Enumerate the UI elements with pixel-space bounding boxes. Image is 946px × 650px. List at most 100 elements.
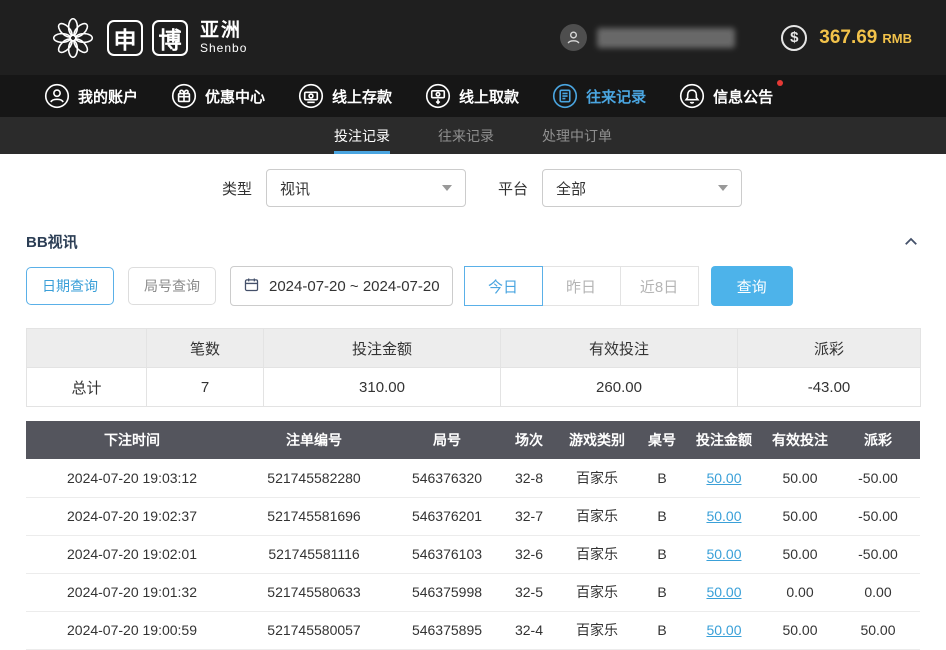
- order-number: 521745581696: [238, 497, 390, 535]
- search-button[interactable]: 查询: [711, 266, 793, 306]
- flower-logo-icon: [48, 13, 98, 63]
- bet-time: 2024-07-20 19:02:01: [26, 535, 238, 573]
- tab-bet-records[interactable]: 投注记录: [334, 117, 390, 154]
- bet-time: 2024-07-20 19:00:59: [26, 611, 238, 649]
- col-order-number: 注单编号: [238, 421, 390, 459]
- col-valid-bet: 有效投注: [764, 421, 836, 459]
- deposit-icon: [298, 83, 324, 109]
- summary-row-label: 总计: [27, 368, 147, 407]
- date-range-input[interactable]: 2024-07-20 ~ 2024-07-20: [230, 266, 453, 306]
- bet-time: 2024-07-20 19:02:37: [26, 497, 238, 535]
- col-table-number: 桌号: [640, 421, 684, 459]
- game-type: 百家乐: [554, 459, 640, 497]
- user-avatar-icon[interactable]: [560, 24, 587, 51]
- summary-table: 笔数 投注金额 有效投注 派彩 总计 7 310.00 260.00 -43.0…: [26, 328, 921, 407]
- nav-item-label: 优惠中心: [205, 86, 265, 107]
- nav-item-my-account[interactable]: 我的账户: [44, 83, 138, 109]
- round-number: 546375998: [390, 573, 504, 611]
- session: 32-7: [504, 497, 554, 535]
- nav-item-promotions[interactable]: 优惠中心: [171, 83, 265, 109]
- yesterday-button[interactable]: 昨日: [542, 266, 621, 306]
- nav-item-withdraw[interactable]: 线上取款: [425, 83, 519, 109]
- summary-header-row: 笔数 投注金额 有效投注 派彩: [27, 329, 921, 368]
- tab-transaction-records[interactable]: 往来记录: [438, 117, 494, 154]
- bet-amount-link[interactable]: 50.00: [706, 470, 741, 486]
- calendar-icon: [243, 276, 260, 297]
- account-area: $ 367.69RMB: [560, 24, 912, 51]
- summary-header-empty: [27, 329, 147, 368]
- tab-processing-orders[interactable]: 处理中订单: [542, 117, 612, 154]
- round-number: 546375895: [390, 611, 504, 649]
- table-number: B: [640, 573, 684, 611]
- nav-item-label: 我的账户: [78, 86, 138, 107]
- chevron-up-icon[interactable]: [902, 233, 920, 251]
- quick-range-group: 今日 昨日 近8日: [465, 266, 699, 306]
- col-bet-time: 下注时间: [26, 421, 238, 459]
- payout: 0.00: [836, 573, 920, 611]
- top-header: 申 博 亚洲 Shenbo $ 367.69RMB: [0, 0, 946, 75]
- summary-header-valid: 有效投注: [501, 329, 738, 368]
- type-select-value: 视讯: [280, 178, 310, 199]
- order-number: 521745582280: [238, 459, 390, 497]
- payout: -50.00: [836, 459, 920, 497]
- table-row: 2024-07-20 19:02:01 521745581116 5463761…: [26, 535, 920, 573]
- table-row: 2024-07-20 19:01:32 521745580633 5463759…: [26, 573, 920, 611]
- platform-select-value: 全部: [556, 178, 586, 199]
- user-icon: [44, 83, 70, 109]
- type-filter-label: 类型: [222, 178, 252, 199]
- summary-count: 7: [147, 368, 264, 407]
- nav-item-label: 线上取款: [459, 86, 519, 107]
- platform-select[interactable]: 全部: [542, 169, 742, 207]
- summary-header-bet: 投注金额: [264, 329, 501, 368]
- table-row: 2024-07-20 19:03:12 521745582280 5463763…: [26, 459, 920, 497]
- chevron-down-icon: [442, 185, 452, 191]
- bet-time: 2024-07-20 19:01:32: [26, 573, 238, 611]
- nav-item-records[interactable]: 往来记录: [552, 83, 646, 109]
- query-toolbar: 日期查询 局号查询 2024-07-20 ~ 2024-07-20 今日 昨日 …: [0, 266, 946, 306]
- type-select[interactable]: 视讯: [266, 169, 466, 207]
- table-number: B: [640, 459, 684, 497]
- chevron-down-icon: [718, 185, 728, 191]
- bet-amount-link[interactable]: 50.00: [706, 622, 741, 638]
- brand-text: 亚洲 Shenbo: [200, 20, 247, 56]
- valid-bet: 50.00: [764, 611, 836, 649]
- date-query-button[interactable]: 日期查询: [26, 267, 114, 305]
- summary-header-payout: 派彩: [738, 329, 921, 368]
- col-bet-amount: 投注金额: [684, 421, 764, 459]
- table-number: B: [640, 497, 684, 535]
- round-number: 546376103: [390, 535, 504, 573]
- table-number: B: [640, 611, 684, 649]
- nav-item-deposit[interactable]: 线上存款: [298, 83, 392, 109]
- payout: -50.00: [836, 497, 920, 535]
- payout: -50.00: [836, 535, 920, 573]
- game-type: 百家乐: [554, 497, 640, 535]
- bet-amount-link[interactable]: 50.00: [706, 584, 741, 600]
- section-title: BB视讯: [26, 231, 78, 252]
- session: 32-8: [504, 459, 554, 497]
- bet-records-table: 下注时间 注单编号 局号 场次 游戏类别 桌号 投注金额 有效投注 派彩 202…: [26, 421, 920, 650]
- valid-bet: 50.00: [764, 497, 836, 535]
- col-session: 场次: [504, 421, 554, 459]
- section-header: BB视讯: [0, 223, 946, 266]
- bell-icon: [679, 83, 705, 109]
- session: 32-6: [504, 535, 554, 573]
- summary-header-count: 笔数: [147, 329, 264, 368]
- gift-icon: [171, 83, 197, 109]
- last-8-days-button[interactable]: 近8日: [620, 266, 699, 306]
- game-type: 百家乐: [554, 611, 640, 649]
- nav-item-announcements[interactable]: 信息公告: [679, 83, 773, 109]
- session: 32-4: [504, 611, 554, 649]
- round-query-button[interactable]: 局号查询: [128, 267, 216, 305]
- date-range-value: 2024-07-20 ~ 2024-07-20: [269, 278, 440, 295]
- col-game-type: 游戏类别: [554, 421, 640, 459]
- table-row: 2024-07-20 19:00:59 521745580057 5463758…: [26, 611, 920, 649]
- round-number: 546376201: [390, 497, 504, 535]
- col-payout: 派彩: [836, 421, 920, 459]
- dollar-icon: $: [781, 25, 807, 51]
- bet-amount-link[interactable]: 50.00: [706, 508, 741, 524]
- bet-amount-link[interactable]: 50.00: [706, 546, 741, 562]
- round-number: 546376320: [390, 459, 504, 497]
- summary-valid: 260.00: [501, 368, 738, 407]
- today-button[interactable]: 今日: [464, 266, 543, 306]
- game-type: 百家乐: [554, 535, 640, 573]
